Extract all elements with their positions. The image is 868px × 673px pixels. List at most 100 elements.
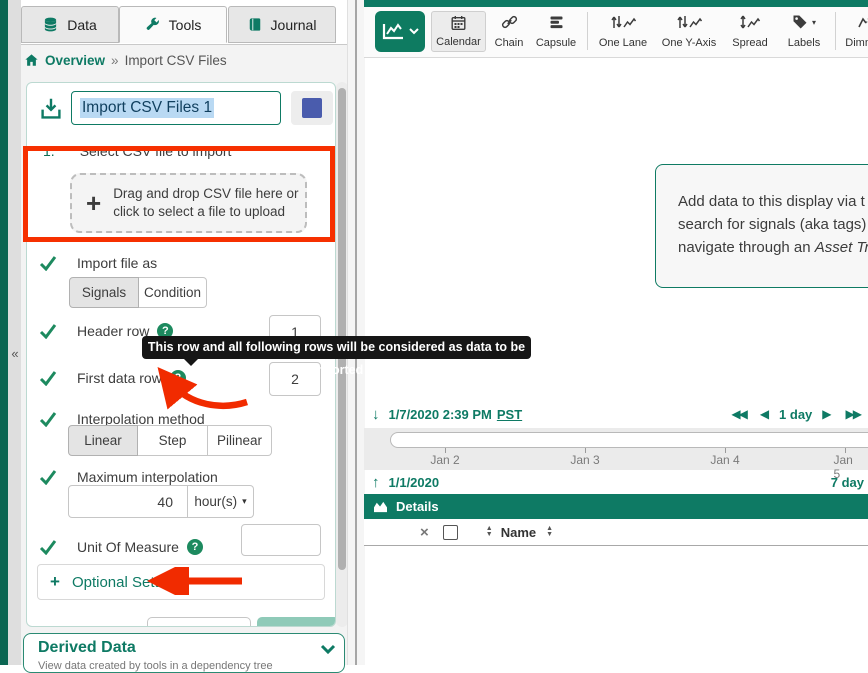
toolbar-calendar-button[interactable]: Calendar bbox=[431, 11, 486, 52]
tag-icon bbox=[792, 14, 808, 30]
remove-all-icon[interactable]: × bbox=[420, 524, 429, 541]
capsule-icon bbox=[548, 14, 565, 30]
check-icon bbox=[39, 469, 57, 485]
tab-tools-label: Tools bbox=[169, 17, 202, 33]
top-accent-strip bbox=[364, 0, 868, 7]
toolbar-one-lane-button[interactable]: One Lane bbox=[593, 11, 653, 52]
arrow-up-icon: ↑ bbox=[372, 474, 380, 491]
panel-scrollbar-thumb[interactable] bbox=[338, 88, 346, 570]
axis-label-jan3: Jan 3 bbox=[570, 453, 599, 467]
message-line-3-text: navigate through an bbox=[678, 239, 815, 256]
breadcrumb-current: Import CSV Files bbox=[125, 53, 227, 68]
details-pane-header[interactable]: Details bbox=[364, 494, 868, 519]
dimming-icon bbox=[857, 14, 868, 30]
axis-label-jan2: Jan 2 bbox=[430, 453, 459, 467]
investigate-range-row: ↑ 1/1/2020 7 day bbox=[364, 470, 868, 494]
tool-name-input[interactable]: Import CSV Files 1 bbox=[71, 91, 281, 125]
check-icon bbox=[39, 255, 57, 271]
csv-dropzone[interactable]: + Drag and drop CSV file here or click t… bbox=[70, 173, 307, 233]
message-line-3: navigate through an Asset Tre bbox=[678, 236, 868, 259]
sort-down-icon: ▼ bbox=[486, 532, 493, 538]
tab-data[interactable]: Data bbox=[21, 6, 119, 43]
breadcrumb-separator: » bbox=[111, 53, 119, 68]
header-row-label: Header row bbox=[77, 323, 149, 339]
panel-collapse-strip bbox=[8, 0, 22, 665]
arrow-down-icon: ↓ bbox=[372, 406, 380, 423]
import-as-group: Signals Condition bbox=[69, 277, 207, 308]
breadcrumb: Overview » Import CSV Files bbox=[24, 50, 227, 70]
seeq-workbench: { "colors":{"teal":"#0e7a64","dark_teal"… bbox=[0, 0, 868, 665]
color-swatch bbox=[302, 98, 322, 118]
breadcrumb-overview-link[interactable]: Overview bbox=[45, 53, 105, 68]
toolbar-dimming-label: Dimming bbox=[845, 37, 868, 49]
interp-group: Linear Step Pilinear bbox=[68, 425, 272, 456]
toolbar-calendar-label: Calendar bbox=[436, 36, 481, 48]
toolbar-one-y-axis-button[interactable]: One Y-Axis bbox=[657, 11, 721, 52]
view-mode-button[interactable] bbox=[375, 11, 425, 52]
toolbar-separator bbox=[587, 12, 588, 50]
timebar-range-selector[interactable] bbox=[390, 432, 868, 448]
sort-icon[interactable]: ▲ ▼ bbox=[486, 526, 493, 538]
dropzone-text: Drag and drop CSV file here or click to … bbox=[113, 185, 303, 221]
first-data-row-row: First data row ? bbox=[39, 370, 186, 386]
step-button[interactable]: Step bbox=[138, 425, 208, 456]
display-range-end-link[interactable]: 1/7/2020 2:39 PM bbox=[389, 407, 492, 422]
chevron-down-icon[interactable] bbox=[320, 644, 336, 656]
signals-button[interactable]: Signals bbox=[69, 277, 139, 308]
tab-tools[interactable]: Tools bbox=[119, 6, 227, 43]
import-icon bbox=[39, 97, 63, 121]
tab-journal[interactable]: Journal bbox=[228, 6, 336, 43]
first-data-row-label: First data row bbox=[77, 370, 162, 386]
duration-label[interactable]: 7 day bbox=[831, 475, 864, 490]
investigate-range-start-link[interactable]: 1/1/2020 bbox=[389, 475, 440, 490]
step-forward-button[interactable]: ▶ bbox=[822, 407, 831, 421]
optional-settings-toggle[interactable]: + Optional Settings bbox=[37, 564, 325, 600]
step-back-much-button[interactable]: ◀◀ bbox=[731, 407, 745, 421]
max-interp-unit-select[interactable]: hour(s) ▾ bbox=[188, 485, 254, 518]
toolbar-chain-button[interactable]: Chain bbox=[489, 11, 529, 52]
uom-input[interactable] bbox=[241, 524, 321, 556]
select-all-checkbox[interactable] bbox=[443, 525, 458, 540]
cancel-button[interactable] bbox=[147, 617, 251, 627]
toolbar-capsule-label: Capsule bbox=[536, 37, 576, 49]
max-interp-label: Maximum interpolation bbox=[77, 469, 218, 485]
optional-settings-label: Optional Settings bbox=[72, 574, 186, 591]
uom-help-icon[interactable]: ? bbox=[187, 539, 203, 555]
display-range-row: ↓ 1/7/2020 2:39 PM PST ◀◀ ◀ 1 day ▶ ▶▶ bbox=[364, 400, 868, 428]
sort-icon[interactable]: ▲ ▼ bbox=[546, 526, 553, 538]
pilinear-button[interactable]: Pilinear bbox=[208, 425, 272, 456]
color-swatch-button[interactable] bbox=[291, 91, 333, 125]
step-forward-much-button[interactable]: ▶▶ bbox=[846, 407, 860, 421]
import-as-label: Import file as bbox=[77, 255, 157, 271]
database-icon bbox=[43, 17, 58, 32]
step-back-button[interactable]: ◀ bbox=[760, 407, 769, 421]
toolbar-dimming-button[interactable]: Dimming bbox=[839, 11, 868, 52]
collapse-panel-handle[interactable]: « bbox=[9, 344, 21, 364]
area-chart-icon bbox=[373, 500, 388, 513]
details-column-header-row: × ▲ ▼ Name ▲ ▼ bbox=[364, 519, 868, 546]
message-line-1: Add data to this display via t bbox=[678, 190, 868, 213]
derived-data-panel[interactable]: Derived Data View data created by tools … bbox=[23, 633, 345, 673]
toolbar-capsule-button[interactable]: Capsule bbox=[530, 11, 582, 52]
timezone-link[interactable]: PST bbox=[497, 407, 522, 422]
toolbar-spread-button[interactable]: Spread bbox=[726, 11, 774, 52]
name-column-header[interactable]: Name bbox=[501, 525, 536, 540]
wrench-icon bbox=[145, 17, 160, 32]
toolbar-spread-label: Spread bbox=[732, 37, 767, 49]
condition-button[interactable]: Condition bbox=[139, 277, 207, 308]
plus-icon: + bbox=[50, 572, 60, 592]
panel-divider-handle[interactable] bbox=[355, 0, 357, 665]
step-size-label[interactable]: 1 day bbox=[779, 407, 812, 422]
chevron-down-icon: ▾ bbox=[242, 496, 247, 507]
max-interp-input[interactable] bbox=[68, 485, 188, 518]
toolbar-labels-button[interactable]: ▾ Labels bbox=[779, 11, 829, 52]
journal-book-icon bbox=[248, 17, 262, 32]
uom-label: Unit Of Measure bbox=[77, 539, 179, 555]
execute-button[interactable] bbox=[257, 617, 336, 627]
check-icon bbox=[39, 539, 57, 555]
derived-data-subtitle: View data created by tools in a dependen… bbox=[38, 660, 273, 672]
sort-down-icon: ▼ bbox=[546, 532, 553, 538]
linear-button[interactable]: Linear bbox=[68, 425, 138, 456]
tool-name-value: Import CSV Files 1 bbox=[80, 98, 214, 118]
message-line-2: search for signals (aka tags) bbox=[678, 213, 868, 236]
